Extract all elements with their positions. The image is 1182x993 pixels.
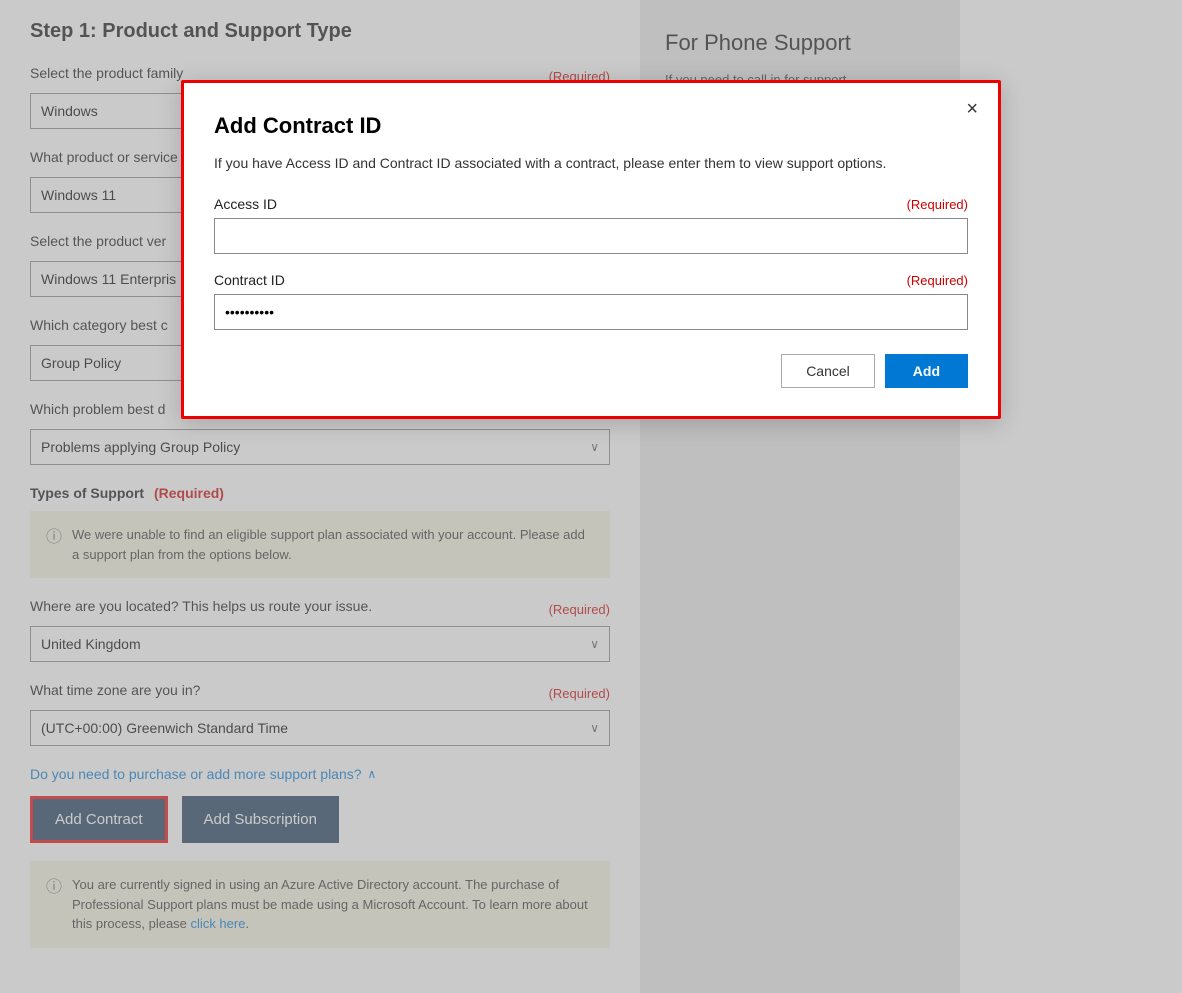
modal-overlay: × Add Contract ID If you have Access ID … bbox=[0, 0, 1182, 993]
access-id-required: (Required) bbox=[907, 197, 968, 212]
modal-actions: Cancel Add bbox=[214, 354, 968, 388]
add-button[interactable]: Add bbox=[885, 354, 968, 388]
modal-title: Add Contract ID bbox=[214, 113, 968, 139]
contract-id-input[interactable] bbox=[214, 294, 968, 330]
contract-id-field-group: Contract ID (Required) bbox=[214, 272, 968, 330]
modal-dialog: × Add Contract ID If you have Access ID … bbox=[181, 80, 1001, 419]
cancel-button[interactable]: Cancel bbox=[781, 354, 875, 388]
contract-id-label: Contract ID bbox=[214, 272, 285, 288]
access-id-input[interactable] bbox=[214, 218, 968, 254]
access-id-field-group: Access ID (Required) bbox=[214, 196, 968, 254]
modal-description: If you have Access ID and Contract ID as… bbox=[214, 153, 968, 174]
contract-id-required: (Required) bbox=[907, 273, 968, 288]
modal-close-button[interactable]: × bbox=[966, 99, 978, 119]
access-id-label: Access ID bbox=[214, 196, 277, 212]
